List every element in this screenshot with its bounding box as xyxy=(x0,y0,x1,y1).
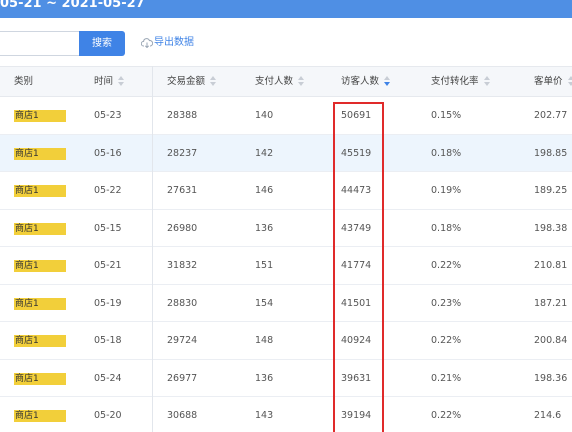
column-header-avg-order-value[interactable]: 客单价 xyxy=(534,67,572,97)
column-header-conversion-rate[interactable]: 支付转化率 xyxy=(431,67,490,97)
search-input[interactable] xyxy=(0,31,80,56)
category-tag: 商店1 xyxy=(14,147,66,160)
cell-avg-order-value: 198.85 xyxy=(534,147,568,159)
cell-conversion-rate: 0.15% xyxy=(431,110,462,121)
category-tag: 商店1 xyxy=(14,222,66,235)
column-divider xyxy=(152,66,153,432)
cell-payers: 140 xyxy=(255,110,274,121)
export-data-label: 导出数据 xyxy=(154,37,194,48)
table-row[interactable]: 商店1 05-15 26980 136 43749 0.18% 198.38 xyxy=(0,209,572,247)
toolbar: 搜索 导出数据 xyxy=(0,18,572,66)
sort-icon[interactable] xyxy=(118,75,125,86)
cell-avg-order-value: 187.21 xyxy=(534,297,568,309)
table-row[interactable]: 商店1 05-20 30688 143 39194 0.22% 214.6 xyxy=(0,397,572,432)
cell-date: 05-22 xyxy=(94,185,122,196)
cell-avg-order-value: 202.77 xyxy=(534,110,568,121)
category-tag: 商店1 xyxy=(14,410,66,422)
cell-payers: 146 xyxy=(255,185,274,196)
cell-conversion-rate: 0.22% xyxy=(431,410,462,421)
cell-amount: 30688 xyxy=(167,410,198,421)
cell-avg-order-value: 200.84 xyxy=(534,335,568,346)
cell-amount: 27631 xyxy=(167,185,198,196)
column-header-date[interactable]: 时间 xyxy=(94,67,125,97)
cell-amount: 26977 xyxy=(167,372,198,384)
cell-conversion-rate: 0.23% xyxy=(431,297,462,309)
cell-amount: 28830 xyxy=(167,297,198,309)
cell-amount: 29724 xyxy=(167,335,198,346)
column-header-amount[interactable]: 交易金额 xyxy=(167,67,217,97)
cell-date: 05-16 xyxy=(94,147,122,159)
visitors-column-annotation-box xyxy=(333,102,384,432)
cell-conversion-rate: 0.18% xyxy=(431,222,462,234)
category-tag: 商店1 xyxy=(14,260,66,272)
sort-icon[interactable] xyxy=(567,75,572,86)
cell-conversion-rate: 0.21% xyxy=(431,372,462,384)
cell-amount: 31832 xyxy=(167,260,198,271)
table-row[interactable]: 商店1 05-18 29724 148 40924 0.22% 200.84 xyxy=(0,322,572,360)
sort-icon[interactable] xyxy=(298,75,305,86)
cell-avg-order-value: 189.25 xyxy=(534,185,568,196)
cell-payers: 143 xyxy=(255,410,274,421)
cell-avg-order-value: 198.38 xyxy=(534,222,568,234)
table-row[interactable]: 商店1 05-23 28388 140 50691 0.15% 202.77 xyxy=(0,97,572,135)
cell-date: 05-19 xyxy=(94,297,122,309)
table-row[interactable]: 商店1 05-22 27631 146 44473 0.19% 189.25 xyxy=(0,172,572,210)
cell-date: 05-21 xyxy=(94,260,122,271)
table-row[interactable]: 商店1 05-16 28237 142 45519 0.18% 198.85 xyxy=(0,134,572,172)
cell-payers: 142 xyxy=(255,147,274,159)
sort-icon[interactable] xyxy=(483,75,490,86)
column-header-payers[interactable]: 支付人数 xyxy=(255,67,305,97)
date-range-bar: 05-21 ~ 2021-05-27 xyxy=(0,0,572,18)
category-tag: 商店1 xyxy=(14,372,66,385)
cell-amount: 28388 xyxy=(167,110,198,121)
cell-date: 05-18 xyxy=(94,335,122,346)
cell-date: 05-15 xyxy=(94,222,122,234)
category-tag: 商店1 xyxy=(14,110,66,122)
cell-date: 05-24 xyxy=(94,372,122,384)
cell-avg-order-value: 198.36 xyxy=(534,372,568,384)
cell-conversion-rate: 0.18% xyxy=(431,147,462,159)
cell-conversion-rate: 0.22% xyxy=(431,260,462,271)
cell-payers: 136 xyxy=(255,372,274,384)
table-row[interactable]: 商店1 05-24 26977 136 39631 0.21% 198.36 xyxy=(0,359,572,397)
cell-payers: 151 xyxy=(255,260,274,271)
category-tag: 商店1 xyxy=(14,335,66,347)
cell-amount: 26980 xyxy=(167,222,198,234)
cell-avg-order-value: 210.81 xyxy=(534,260,568,271)
cell-avg-order-value: 214.6 xyxy=(534,410,562,421)
cell-conversion-rate: 0.22% xyxy=(431,335,462,346)
column-header-visitors[interactable]: 访客人数 xyxy=(341,67,391,97)
cell-payers: 136 xyxy=(255,222,274,234)
cloud-download-icon xyxy=(141,38,153,48)
date-range-text: 05-21 ~ 2021-05-27 xyxy=(0,0,145,11)
data-table: 类别 时间 交易金额 支付人数 访客人数 支付转化率 客单价 商店1 05-23 2… xyxy=(0,66,572,432)
column-header-category: 类别 xyxy=(14,76,34,87)
cell-amount: 28237 xyxy=(167,147,198,159)
category-tag: 商店1 xyxy=(14,297,66,310)
cell-payers: 154 xyxy=(255,297,274,309)
category-tag: 商店1 xyxy=(14,185,66,197)
cell-date: 05-20 xyxy=(94,410,122,421)
search-button[interactable]: 搜索 xyxy=(79,31,125,56)
cell-conversion-rate: 0.19% xyxy=(431,185,462,196)
cell-payers: 148 xyxy=(255,335,274,346)
sort-icon[interactable] xyxy=(210,75,217,86)
sort-desc-icon[interactable] xyxy=(384,75,391,86)
table-row[interactable]: 商店1 05-19 28830 154 41501 0.23% 187.21 xyxy=(0,284,572,322)
cell-date: 05-23 xyxy=(94,110,122,121)
table-header: 类别 时间 交易金额 支付人数 访客人数 支付转化率 客单价 xyxy=(0,66,572,97)
table-row[interactable]: 商店1 05-21 31832 151 41774 0.22% 210.81 xyxy=(0,247,572,285)
